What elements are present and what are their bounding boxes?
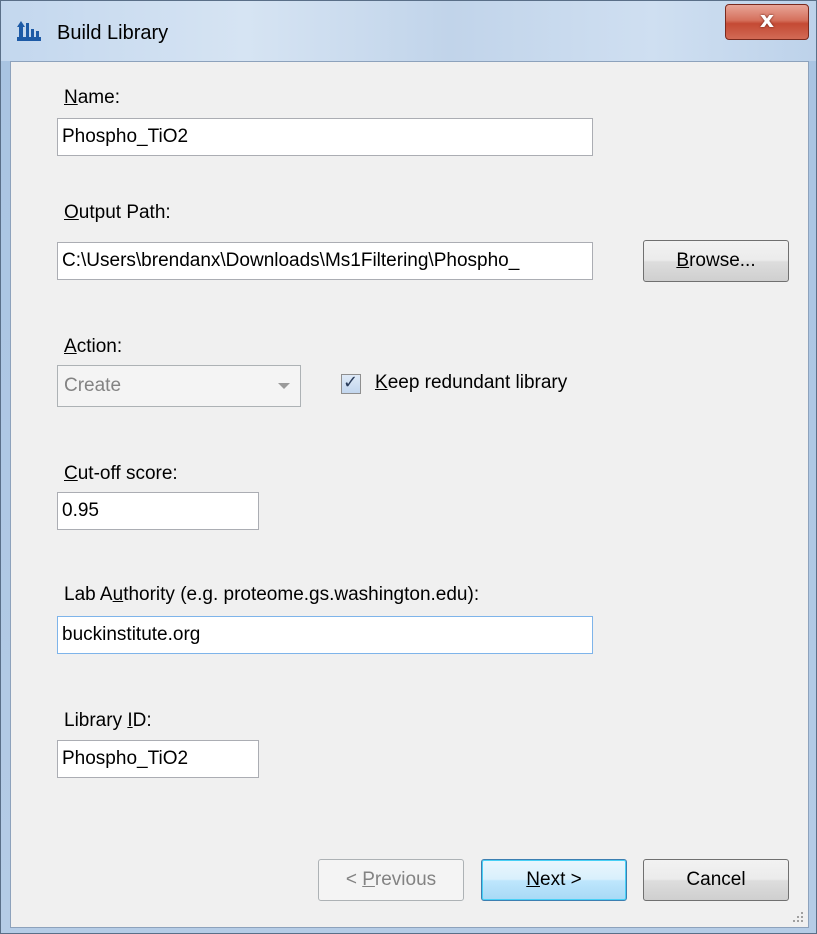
cutoff-label: Cut-off score: xyxy=(64,463,178,484)
library-id-input[interactable]: Phospho_TiO2 xyxy=(57,740,259,778)
resize-grip-icon[interactable] xyxy=(792,911,804,923)
dialog-body: Name: Phospho_TiO2 Output Path: C:\Users… xyxy=(10,61,809,928)
browse-button[interactable]: Browse... xyxy=(643,240,789,282)
lab-authority-label: Lab Authority (e.g. proteome.gs.washingt… xyxy=(64,584,480,605)
output-path-label: Output Path: xyxy=(64,202,171,223)
lab-authority-input[interactable]: buckinstitute.org xyxy=(57,616,593,654)
keep-redundant-label[interactable]: Keep redundant library xyxy=(375,372,567,394)
action-label: Action: xyxy=(64,336,123,357)
checkmark-icon: ✓ xyxy=(343,372,359,393)
action-value: Create xyxy=(64,375,122,396)
action-dropdown[interactable]: Create xyxy=(57,365,301,407)
library-icon xyxy=(17,21,41,41)
name-label: Name: xyxy=(64,87,120,108)
name-input[interactable]: Phospho_TiO2 xyxy=(57,118,593,156)
cancel-button[interactable]: Cancel xyxy=(643,859,789,901)
output-path-input[interactable]: C:\Users\brendanx\Downloads\Ms1Filtering… xyxy=(57,242,593,280)
window-title: Build Library xyxy=(57,22,169,44)
chevron-down-icon xyxy=(278,383,290,389)
close-icon: x xyxy=(759,8,775,33)
library-id-label: Library ID: xyxy=(64,710,152,731)
previous-button[interactable]: < Previous xyxy=(318,859,464,901)
build-library-dialog: Build Library x Name: Phospho_TiO2 Outpu… xyxy=(0,0,817,934)
cutoff-input[interactable]: 0.95 xyxy=(57,492,259,530)
keep-redundant-checkbox[interactable]: ✓ xyxy=(341,372,361,394)
close-button[interactable]: x xyxy=(725,4,809,40)
next-button[interactable]: Next > xyxy=(481,859,627,901)
title-bar[interactable]: Build Library x xyxy=(1,1,816,61)
